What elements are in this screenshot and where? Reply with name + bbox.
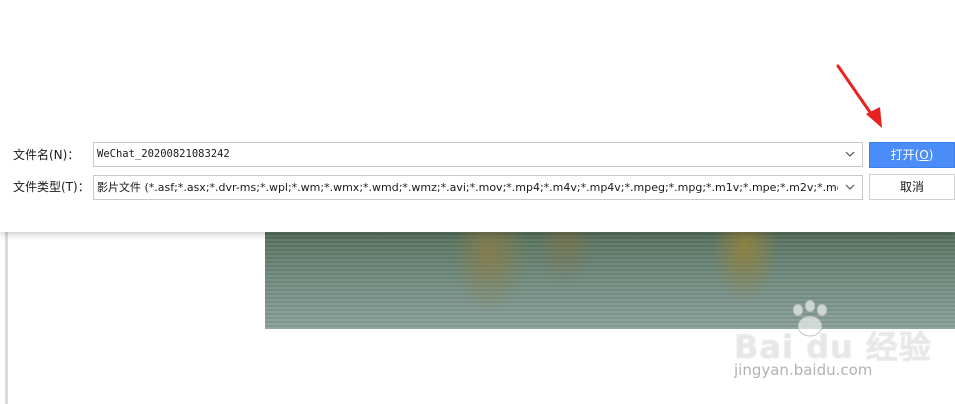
filename-label: 文件名(N)：: [13, 148, 80, 162]
open-button-label-close: ): [928, 148, 934, 162]
chevron-down-icon[interactable]: [841, 177, 859, 198]
filename-input[interactable]: WeChat_20200821083242: [97, 143, 838, 166]
filetype-value: 影片文件 (*.asf;*.asx;*.dvr-ms;*.wpl;*.wm;*.…: [97, 181, 838, 194]
chevron-down-icon[interactable]: [841, 144, 859, 165]
filetype-label: 文件类型(T)：: [13, 180, 90, 194]
watermark-url: jingyan.baidu.com: [734, 361, 873, 379]
baidu-jingyan-watermark: Bai du 经验 jingyan.baidu.com: [730, 300, 931, 390]
red-arrow-icon: [836, 64, 882, 128]
open-button-accesskey: O: [919, 148, 929, 162]
background-left-divider: [5, 232, 8, 404]
filetype-select[interactable]: 影片文件 (*.asf;*.asx;*.dvr-ms;*.wpl;*.wm;*.…: [93, 175, 863, 200]
open-button-label: 打开(: [890, 148, 920, 162]
file-open-dialog: 文件名(N)： WeChat_20200821083242 文件类型(T)： 影…: [0, 0, 955, 232]
open-button[interactable]: 打开(O): [869, 142, 955, 168]
filename-combobox[interactable]: WeChat_20200821083242: [93, 142, 863, 167]
cancel-button[interactable]: 取消: [869, 174, 955, 200]
